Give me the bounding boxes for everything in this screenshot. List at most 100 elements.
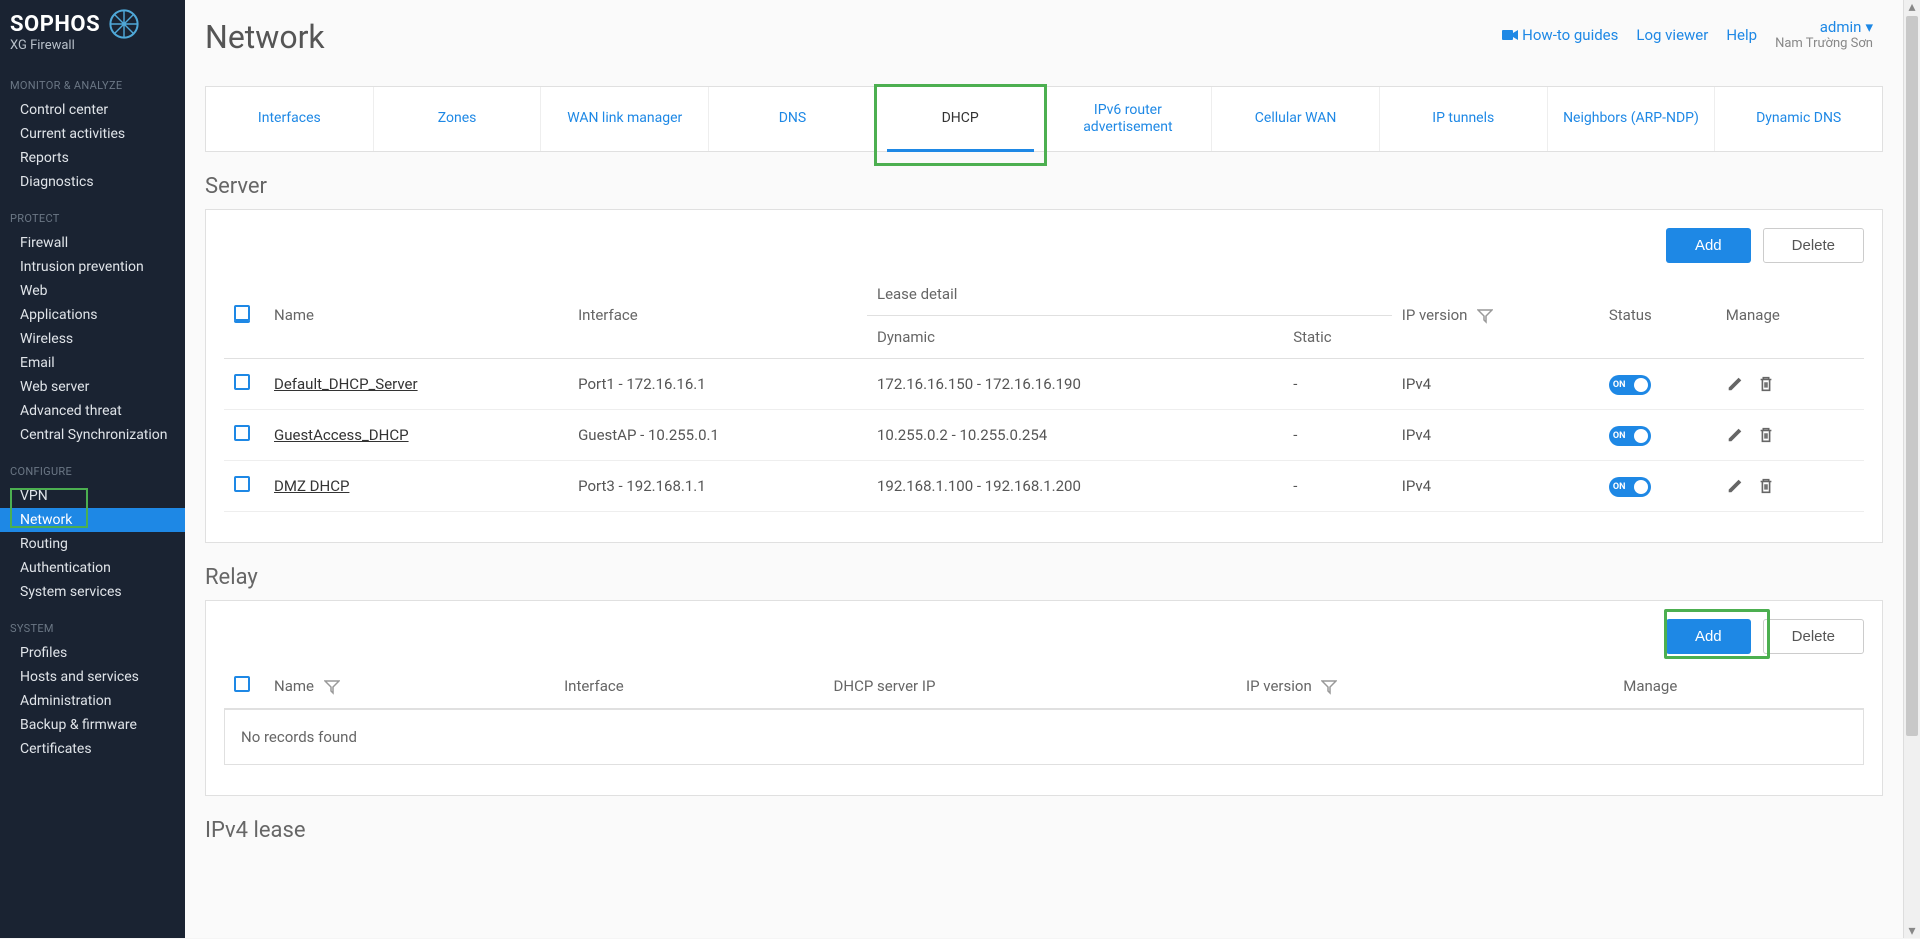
browser-scrollbar[interactable]: ▴ ▾ <box>1903 0 1920 938</box>
edit-icon[interactable] <box>1726 477 1744 495</box>
tab-ipv6-router-advertisement[interactable]: IPv6 router advertisement <box>1045 87 1213 151</box>
log-viewer-link[interactable]: Log viewer <box>1636 26 1708 44</box>
server-name-link[interactable]: Default_DHCP_Server <box>274 375 418 393</box>
col-lease: Lease detail <box>867 273 1392 316</box>
row-checkbox[interactable] <box>234 425 250 441</box>
relay-col-ipversion: IP version <box>1236 664 1613 709</box>
tab-dynamic-dns[interactable]: Dynamic DNS <box>1715 87 1882 151</box>
sidebar-item-central-synchronization[interactable]: Central Synchronization <box>0 423 185 447</box>
relay-col-interface: Interface <box>554 664 823 709</box>
video-icon <box>1502 29 1518 41</box>
sidebar-item-hosts-and-services[interactable]: Hosts and services <box>0 665 185 689</box>
server-panel: Add Delete Name Interface Lease detail I… <box>205 209 1883 543</box>
tab-dhcp[interactable]: DHCP <box>877 87 1045 151</box>
sidebar-item-applications[interactable]: Applications <box>0 303 185 327</box>
sidebar-item-profiles[interactable]: Profiles <box>0 641 185 665</box>
edit-icon[interactable] <box>1726 426 1744 444</box>
sidebar-item-current-activities[interactable]: Current activities <box>0 122 185 146</box>
filter-icon[interactable] <box>1321 679 1337 695</box>
top-links: How-to guides Log viewer Help admin ▾ Na… <box>1502 18 1873 51</box>
relay-delete-button[interactable]: Delete <box>1763 619 1864 654</box>
sidebar-item-system-services[interactable]: System services <box>0 580 185 604</box>
status-toggle[interactable]: ON <box>1609 477 1651 497</box>
relay-table: Name Interface DHCP server IP IP version… <box>224 664 1864 709</box>
main-area: Network How-to guides Log viewer Help ad… <box>185 0 1903 938</box>
edit-icon[interactable] <box>1726 375 1744 393</box>
howto-guides-link[interactable]: How-to guides <box>1502 26 1618 44</box>
col-dynamic: Dynamic <box>867 315 1283 358</box>
chevron-down-icon: ▾ <box>1865 18 1873 36</box>
sidebar-item-diagnostics[interactable]: Diagnostics <box>0 170 185 194</box>
col-ipversion: IP version <box>1392 273 1599 359</box>
row-checkbox[interactable] <box>234 476 250 492</box>
cell-static: - <box>1283 460 1392 511</box>
sidebar-item-wireless[interactable]: Wireless <box>0 327 185 351</box>
brand-logo-icon <box>108 8 140 40</box>
nav-section-label: SYSTEM <box>0 604 185 641</box>
row-checkbox[interactable] <box>234 374 250 390</box>
server-name-link[interactable]: GuestAccess_DHCP <box>274 426 409 444</box>
logo-area: SOPHOS XG Firewall <box>0 6 185 61</box>
cell-ipversion: IPv4 <box>1392 460 1599 511</box>
select-all-checkbox[interactable] <box>234 305 250 321</box>
server-section-title: Server <box>205 174 1883 199</box>
status-toggle[interactable]: ON <box>1609 426 1651 446</box>
trash-icon[interactable] <box>1757 426 1775 444</box>
nav-section-label: MONITOR & ANALYZE <box>0 61 185 98</box>
cell-dynamic: 192.168.1.100 - 192.168.1.200 <box>867 460 1283 511</box>
sidebar-item-email[interactable]: Email <box>0 351 185 375</box>
sidebar-item-web[interactable]: Web <box>0 279 185 303</box>
sidebar-item-web-server[interactable]: Web server <box>0 375 185 399</box>
tab-wan-link-manager[interactable]: WAN link manager <box>541 87 709 151</box>
relay-select-all-checkbox[interactable] <box>234 676 250 692</box>
sidebar-item-advanced-threat[interactable]: Advanced threat <box>0 399 185 423</box>
sidebar-item-certificates[interactable]: Certificates <box>0 737 185 761</box>
relay-section-title: Relay <box>205 565 1883 590</box>
tab-cellular-wan[interactable]: Cellular WAN <box>1212 87 1380 151</box>
sidebar-item-routing[interactable]: Routing <box>0 532 185 556</box>
sidebar-item-intrusion-prevention[interactable]: Intrusion prevention <box>0 255 185 279</box>
sidebar-item-firewall[interactable]: Firewall <box>0 231 185 255</box>
server-table: Name Interface Lease detail IP version S… <box>224 273 1864 512</box>
status-toggle[interactable]: ON <box>1609 375 1651 395</box>
trash-icon[interactable] <box>1757 477 1775 495</box>
sidebar-item-network[interactable]: Network <box>0 508 185 532</box>
relay-panel: Add Delete Name Interface DHCP server IP… <box>205 600 1883 796</box>
nav-section-label: PROTECT <box>0 194 185 231</box>
help-link[interactable]: Help <box>1726 26 1757 44</box>
sidebar-item-administration[interactable]: Administration <box>0 689 185 713</box>
server-delete-button[interactable]: Delete <box>1763 228 1864 263</box>
filter-icon[interactable] <box>324 679 340 695</box>
admin-dropdown[interactable]: admin ▾ Nam Trường Sơn <box>1775 18 1873 51</box>
server-add-button[interactable]: Add <box>1666 228 1751 263</box>
topbar: Network How-to guides Log viewer Help ad… <box>185 0 1903 66</box>
sidebar-item-reports[interactable]: Reports <box>0 146 185 170</box>
brand-name: SOPHOS <box>10 12 100 37</box>
tab-neighbors-arp-ndp-[interactable]: Neighbors (ARP-NDP) <box>1548 87 1716 151</box>
sidebar-item-vpn[interactable]: VPN <box>0 484 185 508</box>
sidebar-item-control-center[interactable]: Control center <box>0 98 185 122</box>
col-status: Status <box>1599 273 1716 359</box>
brand-sub: XG Firewall <box>10 38 175 53</box>
tab-dns[interactable]: DNS <box>709 87 877 151</box>
col-interface: Interface <box>568 273 867 359</box>
sidebar-item-authentication[interactable]: Authentication <box>0 556 185 580</box>
sidebar-item-backup-firmware[interactable]: Backup & firmware <box>0 713 185 737</box>
tab-highlight <box>874 84 1047 166</box>
col-name: Name <box>264 273 568 359</box>
server-name-link[interactable]: DMZ DHCP <box>274 477 349 495</box>
cell-static: - <box>1283 358 1392 409</box>
filter-icon[interactable] <box>1477 308 1493 324</box>
table-row: Default_DHCP_Server Port1 - 172.16.16.1 … <box>224 358 1864 409</box>
cell-static: - <box>1283 409 1392 460</box>
col-static: Static <box>1283 315 1392 358</box>
cell-interface: Port1 - 172.16.16.1 <box>568 358 867 409</box>
table-row: GuestAccess_DHCP GuestAP - 10.255.0.1 10… <box>224 409 1864 460</box>
sidebar: SOPHOS XG Firewall MONITOR & ANALYZECont… <box>0 0 185 938</box>
tab-ip-tunnels[interactable]: IP tunnels <box>1380 87 1548 151</box>
trash-icon[interactable] <box>1757 375 1775 393</box>
tab-zones[interactable]: Zones <box>374 87 542 151</box>
tab-interfaces[interactable]: Interfaces <box>206 87 374 151</box>
relay-add-button[interactable]: Add <box>1666 619 1751 654</box>
lease-section-title: IPv4 lease <box>205 818 1883 843</box>
